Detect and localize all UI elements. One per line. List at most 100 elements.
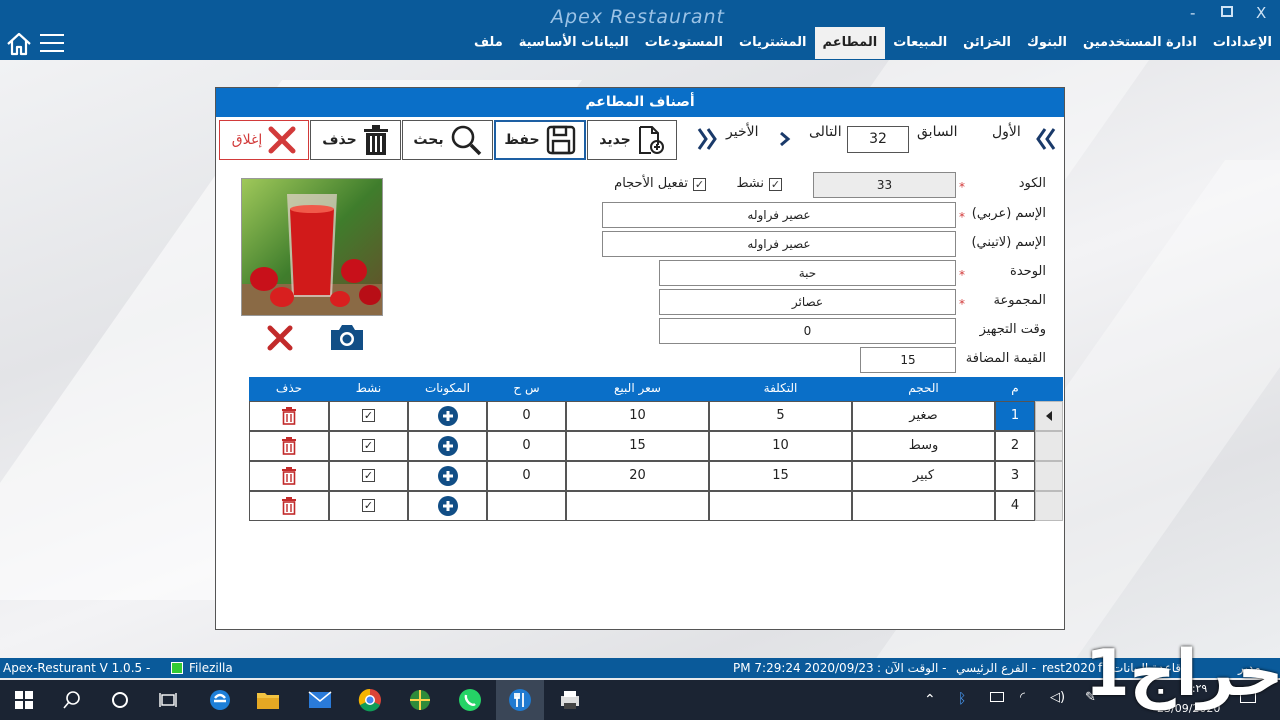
row-selector[interactable] [1035,401,1063,431]
cell-sh[interactable]: 0 [487,401,566,431]
battery-icon[interactable] [990,692,1004,702]
cell-price[interactable]: 10 [566,401,709,431]
cell-size[interactable]: كبير [852,461,995,491]
printer-app-icon[interactable] [546,680,594,720]
row-selector[interactable] [1035,431,1063,461]
close-label: إغلاق [231,132,263,148]
cell-no[interactable]: 3 [995,461,1035,491]
menu-item[interactable]: الخزائن [955,27,1019,59]
menu-item[interactable]: البيانات الأساسية [511,27,637,59]
next-record-icon[interactable] [779,131,791,147]
col-header-delete: حذف [249,377,329,401]
cell-cost[interactable]: 10 [709,431,852,461]
code-field[interactable]: 33 [813,172,956,198]
previous-record-label[interactable]: السابق [917,124,957,140]
bluetooth-icon[interactable]: ᛒ [958,691,966,707]
restaurant-app-taskbar-icon[interactable] [496,680,544,720]
search-taskbar-icon[interactable] [48,680,96,720]
row-selector[interactable] [1035,461,1063,491]
next-record-label[interactable]: التالى [809,124,842,140]
menu-item[interactable]: ادارة المستخدمين [1075,27,1205,59]
vat-field[interactable]: 15 [860,347,956,373]
components-add-icon[interactable] [408,491,487,521]
maximize-button[interactable] [1221,6,1233,22]
cell-price[interactable]: 15 [566,431,709,461]
last-record-label[interactable]: الأخير [726,124,758,140]
cell-sh[interactable]: 0 [487,461,566,491]
col-header-price: سعر البيع [566,377,709,401]
row-active-checkbox[interactable]: ✓ [329,461,408,491]
unit-field[interactable]: حبة [659,260,956,286]
record-number-field[interactable]: 32 [847,126,909,153]
mail-icon[interactable] [296,680,344,720]
save-label: حفظ [504,132,540,148]
cell-cost[interactable]: 15 [709,461,852,491]
volume-icon[interactable]: ◁) [1050,690,1065,705]
row-active-checkbox[interactable]: ✓ [329,491,408,521]
edge-browser-icon[interactable] [196,680,244,720]
menu-item[interactable]: البنوك [1019,27,1075,59]
cell-sh[interactable]: 0 [487,431,566,461]
last-record-icon[interactable] [697,127,719,151]
cell-size[interactable]: وسط [852,431,995,461]
camera-icon[interactable] [329,322,365,352]
sizes-grid: حذف نشط المكونات س ح سعر البيع التكلفة ا… [217,377,1063,523]
menu-item[interactable]: المطاعم [814,27,886,59]
name-en-field[interactable]: عصير فراوله [602,231,956,257]
delete-row-icon[interactable] [249,461,329,491]
group-field[interactable]: عصائر [659,289,956,315]
tray-expand-icon[interactable]: ⌃ [924,692,936,708]
menu-item[interactable]: الإعدادات [1205,27,1280,59]
required-mark: * [959,180,965,194]
cell-size[interactable]: صغير [852,401,995,431]
cell-no[interactable]: 4 [995,491,1035,521]
new-button[interactable]: جديد [587,120,677,160]
components-add-icon[interactable] [408,401,487,431]
row-selector[interactable] [1035,491,1063,521]
delete-row-icon[interactable] [249,431,329,461]
cortana-icon[interactable] [96,680,144,720]
row-active-checkbox[interactable]: ✓ [329,431,408,461]
remove-photo-icon[interactable] [267,325,293,351]
components-add-icon[interactable] [408,461,487,491]
menu-item[interactable]: ملف [466,27,511,59]
window-title: أصناف المطاعم [216,88,1064,117]
active-checkbox[interactable]: ✓ [769,178,782,191]
cell-size[interactable] [852,491,995,521]
wifi-icon[interactable]: ◜ [1020,690,1025,705]
cell-cost[interactable] [709,491,852,521]
windows-start-icon[interactable] [0,680,48,720]
file-explorer-icon[interactable] [244,680,292,720]
delete-row-icon[interactable] [249,491,329,521]
new-file-icon [638,126,664,154]
delete-button[interactable]: حذف [310,120,401,160]
menu-item[interactable]: المستودعات [637,27,731,59]
home-icon[interactable] [5,32,33,56]
row-active-checkbox[interactable]: ✓ [329,401,408,431]
menu-item[interactable]: المشتريات [731,27,815,59]
close-button[interactable]: إغلاق [219,120,309,160]
prep-time-field[interactable]: 0 [659,318,956,344]
whatsapp-icon[interactable] [446,680,494,720]
cell-price[interactable]: 20 [566,461,709,491]
first-record-icon[interactable] [1036,127,1058,151]
save-button[interactable]: حفظ [494,120,586,160]
name-ar-field[interactable]: عصير فراوله [602,202,956,228]
cell-cost[interactable]: 5 [709,401,852,431]
cell-no[interactable]: 1 [995,401,1035,431]
delete-row-icon[interactable] [249,401,329,431]
chrome-icon[interactable] [346,680,394,720]
task-view-icon[interactable] [144,680,192,720]
cell-sh[interactable] [487,491,566,521]
first-record-label[interactable]: الأول [992,124,1021,140]
cell-no[interactable]: 2 [995,431,1035,461]
components-add-icon[interactable] [408,431,487,461]
menu-item[interactable]: المبيعات [885,27,955,59]
minimize-button[interactable]: - [1190,4,1195,22]
close-window-button[interactable]: X [1256,4,1266,22]
cell-price[interactable] [566,491,709,521]
search-button[interactable]: بحث [402,120,493,160]
hamburger-menu-icon[interactable] [40,34,64,54]
enable-sizes-checkbox[interactable]: ✓ [693,178,706,191]
app-globe-icon[interactable] [396,680,444,720]
